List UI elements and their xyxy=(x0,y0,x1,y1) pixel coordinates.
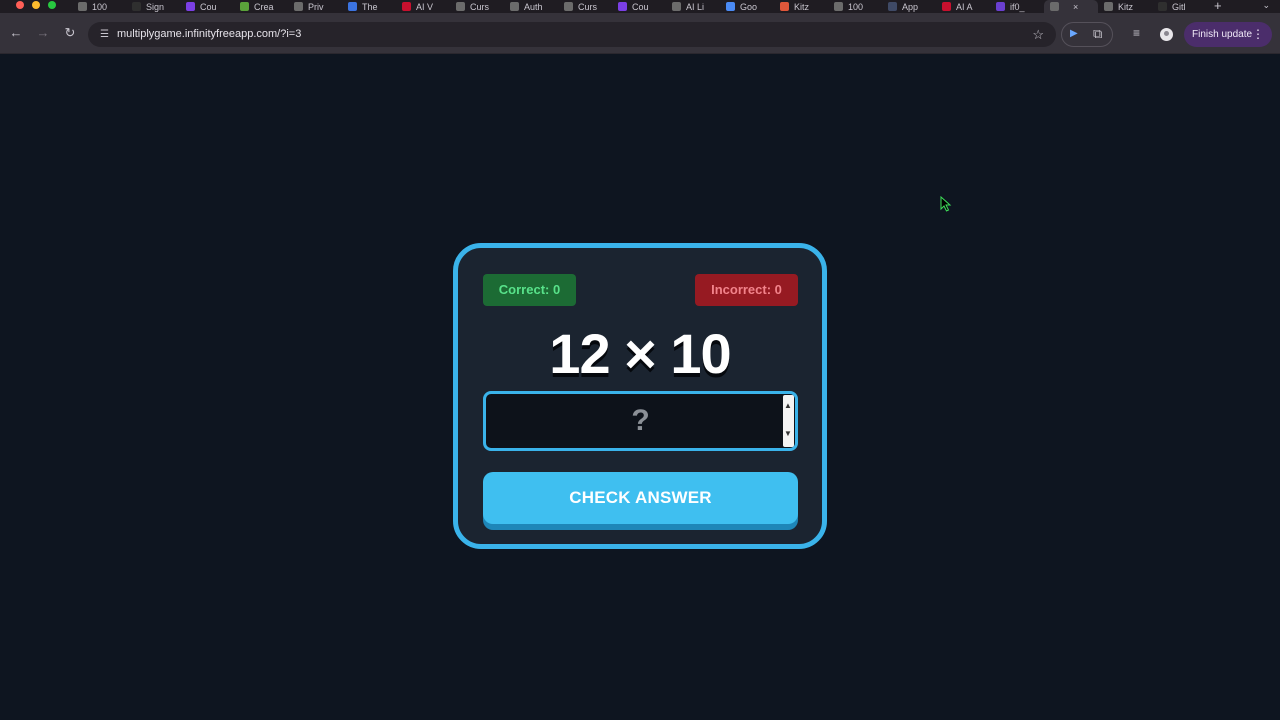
browser-tab[interactable]: Goo xyxy=(720,0,774,13)
u-icon xyxy=(186,2,195,11)
browser-tab[interactable]: AI A xyxy=(936,0,990,13)
gpt-icon xyxy=(78,2,87,11)
tab-label: Kitz xyxy=(1118,1,1134,12)
infinity-icon xyxy=(996,2,1005,11)
minimize-window-button[interactable] xyxy=(32,1,40,9)
reading-list-icon[interactable]: ≡ xyxy=(1133,26,1140,40)
tab-label: 100 xyxy=(848,1,864,12)
browser-tab[interactable]: Crea xyxy=(234,0,288,13)
browser-tab[interactable]: AI Li xyxy=(666,0,720,13)
menu-dots-icon[interactable]: ⋮ xyxy=(1252,22,1264,47)
doc-icon xyxy=(348,2,357,11)
zoom-window-button[interactable] xyxy=(48,1,56,9)
cursor-extension-icon[interactable]: ▶ xyxy=(1070,28,1078,39)
finish-update-button[interactable]: Finish update ⋮ xyxy=(1184,22,1272,47)
browser-tab[interactable]: The xyxy=(342,0,396,13)
browser-toolbar: ← → ↻ ☰ multiplygame.infinityfreeapp.com… xyxy=(0,13,1280,54)
reload-button[interactable]: ↻ xyxy=(62,25,78,41)
tab-label: Cou xyxy=(632,1,649,12)
github-icon xyxy=(1158,2,1167,11)
browser-tab[interactable]: Sign xyxy=(126,0,180,13)
globe-icon xyxy=(1104,2,1113,11)
url-text: multiplygame.infinityfreeapp.com/?i=3 xyxy=(117,28,302,40)
tab-label: Crea xyxy=(254,1,274,12)
cube-icon xyxy=(510,2,519,11)
close-window-button[interactable] xyxy=(16,1,24,9)
browser-tab[interactable]: App xyxy=(882,0,936,13)
browser-tab[interactable]: Kitz xyxy=(1098,0,1152,13)
tab-label: Goo xyxy=(740,1,758,12)
browser-tab[interactable]: Curs xyxy=(450,0,504,13)
finish-update-label: Finish update xyxy=(1192,29,1253,40)
tab-label: Priv xyxy=(308,1,324,12)
extensions-group: ▶ ⧉ xyxy=(1061,22,1113,47)
tab-label: 100 xyxy=(92,1,108,12)
browser-tab[interactable]: Cou xyxy=(180,0,234,13)
link-icon xyxy=(132,2,141,11)
incorrect-count-badge: Incorrect: 0 xyxy=(695,274,798,306)
multiplication-problem: 12 × 10 xyxy=(549,322,731,385)
tab-label: The xyxy=(362,1,378,12)
browser-tab[interactable]: if0_ xyxy=(990,0,1044,13)
correct-count-badge: Correct: 0 xyxy=(483,274,576,306)
browser-tab[interactable]: Gitl xyxy=(1152,0,1206,13)
tab-label: AI Li xyxy=(686,1,705,12)
tab-label: App xyxy=(902,1,919,12)
tab-label: Cou xyxy=(200,1,217,12)
sk-icon xyxy=(942,2,951,11)
tab-label: Curs xyxy=(578,1,598,12)
shopify-icon xyxy=(240,2,249,11)
u-icon xyxy=(618,2,627,11)
tab-label: AI V xyxy=(416,1,434,12)
browser-tab[interactable]: Cou xyxy=(612,0,666,13)
tab-label: Auth xyxy=(524,1,543,12)
profile-avatar-icon[interactable] xyxy=(1160,28,1173,41)
tab-label: Sign xyxy=(146,1,165,12)
tab-list: 100 Sign Cou Crea Priv The AI V Curs Auth Curs Cou… xyxy=(72,0,1222,13)
tab-label: Curs xyxy=(470,1,490,12)
gemini-icon xyxy=(726,2,735,11)
gpt-icon xyxy=(834,2,843,11)
extensions-puzzle-icon[interactable]: ⧉ xyxy=(1093,26,1102,42)
check-answer-button[interactable]: CHECK ANSWER xyxy=(483,472,798,524)
burst-icon xyxy=(780,2,789,11)
new-tab-icon[interactable]: + xyxy=(1214,0,1222,13)
tab-label: if0_ xyxy=(1010,1,1025,12)
browser-tab[interactable]: × xyxy=(1044,0,1098,13)
browser-tab[interactable]: 100 xyxy=(72,0,126,13)
tab-label: Kitz xyxy=(794,1,810,12)
tab-search-icon[interactable]: ⌄ xyxy=(1262,0,1270,11)
browser-tab[interactable]: 100 xyxy=(828,0,882,13)
close-tab-icon[interactable]: × xyxy=(1073,2,1078,12)
decrement-arrow-icon[interactable]: ▼ xyxy=(784,429,792,438)
browser-tab[interactable]: Priv xyxy=(288,0,342,13)
address-bar[interactable]: ☰ multiplygame.infinityfreeapp.com/?i=3 … xyxy=(88,22,1056,47)
browser-tab[interactable]: Auth xyxy=(504,0,558,13)
increment-arrow-icon[interactable]: ▲ xyxy=(784,401,792,410)
answer-input[interactable] xyxy=(483,391,798,451)
back-button[interactable]: ← xyxy=(8,25,24,41)
number-spinner[interactable]: ▲ ▼ xyxy=(783,395,794,447)
sk-icon xyxy=(402,2,411,11)
tab-label: Gitl xyxy=(1172,1,1186,12)
browser-tab[interactable]: Kitz xyxy=(774,0,828,13)
cube-icon xyxy=(564,2,573,11)
cube-icon xyxy=(456,2,465,11)
bookmark-star-icon[interactable]: ☆ xyxy=(1032,27,1044,42)
forward-button[interactable]: → xyxy=(35,25,51,41)
site-settings-icon[interactable]: ☰ xyxy=(98,28,111,41)
gpt-icon xyxy=(672,2,681,11)
browser-tab[interactable]: AI V xyxy=(396,0,450,13)
game-card: Correct: 0 Incorrect: 0 12 × 10 ▲ ▼ CHEC… xyxy=(453,243,827,549)
tab-strip: 100 Sign Cou Crea Priv The AI V Curs Auth Curs Cou… xyxy=(0,0,1280,13)
globe-icon xyxy=(1050,2,1059,11)
tab-label: AI A xyxy=(956,1,973,12)
hat-icon xyxy=(294,2,303,11)
file-icon xyxy=(888,2,897,11)
mouse-cursor-icon xyxy=(940,196,952,212)
browser-tab[interactable]: Curs xyxy=(558,0,612,13)
